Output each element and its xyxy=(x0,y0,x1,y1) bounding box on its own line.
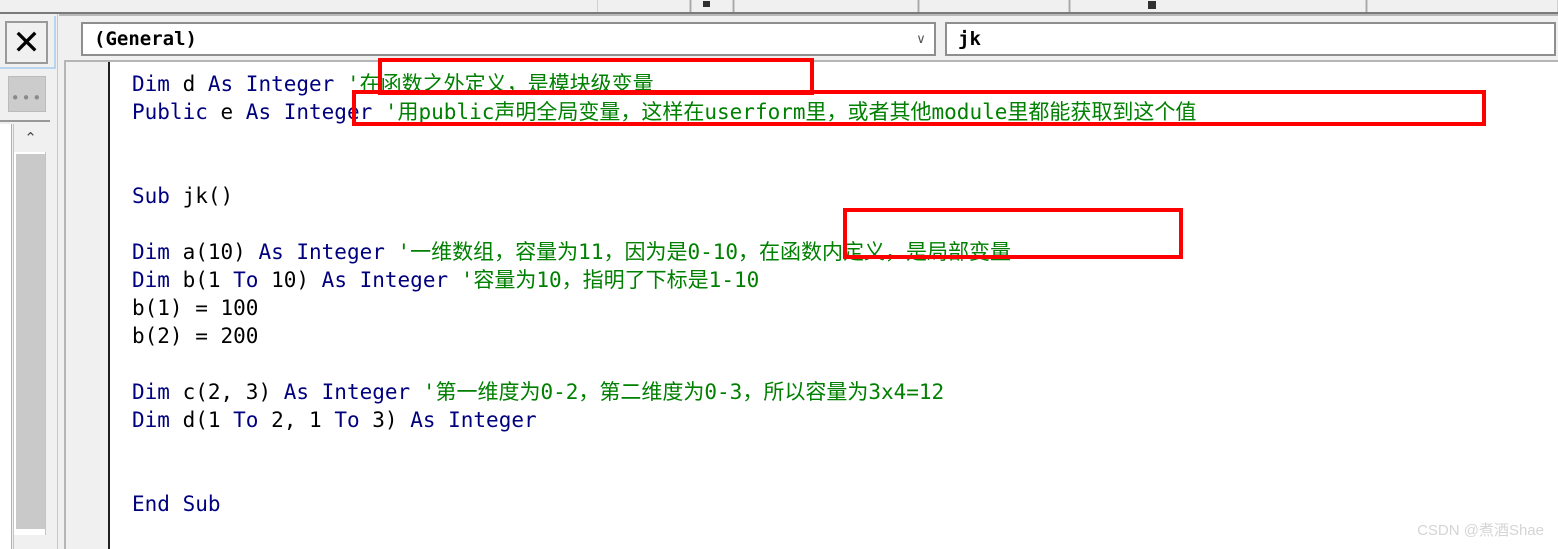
code-token: d xyxy=(169,72,208,96)
toolbar-group-4[interactable] xyxy=(919,0,1069,12)
code-token: As Integer xyxy=(258,240,385,264)
scrollbar-thumb[interactable] xyxy=(16,154,45,529)
code-token: c(2, 3) xyxy=(169,380,284,404)
combo-bar: (General) ∨ jk xyxy=(59,14,1558,58)
code-line[interactable]: Dim c(2, 3) As Integer '第一维度为0-2，第二维度为0-… xyxy=(132,378,944,406)
toolbar-icon-glyph-2 xyxy=(1148,1,1156,9)
code-token: Public xyxy=(132,100,208,124)
code-token: Dim xyxy=(132,72,170,96)
watermark: CSDN @煮酒Shae xyxy=(1417,522,1544,539)
code-line[interactable]: b(2) = 200 xyxy=(132,322,258,350)
code-text-area[interactable]: Dim d As Integer '在函数之外定义，是模块级变量 Public e… xyxy=(112,62,1558,549)
code-line[interactable]: Dim d As Integer '在函数之外定义，是模块级变量 xyxy=(132,70,654,98)
code-token: Dim xyxy=(132,408,170,432)
code-token: Sub xyxy=(132,184,170,208)
toolbar-group-3[interactable] xyxy=(734,0,918,12)
code-token: b(1) = 100 xyxy=(132,296,259,320)
procedure-dropdown-value: jk xyxy=(958,28,981,50)
code-token: b(2) = 200 xyxy=(132,324,259,348)
code-line[interactable]: Sub jk() xyxy=(132,182,233,210)
code-token: Dim xyxy=(132,380,170,404)
code-token: b(1 xyxy=(169,268,234,292)
editor-margin-indicator-bar[interactable] xyxy=(66,62,110,549)
scroll-up-arrow-icon[interactable]: ⌃ xyxy=(14,124,47,152)
ellipsis-icon: ••• xyxy=(10,89,44,107)
code-token: a(10) xyxy=(169,240,259,264)
toolbar-strip xyxy=(0,0,1558,14)
more-options-button[interactable]: ••• xyxy=(8,76,46,112)
vba-code-window: ✕ ••• ⌃ ⌄ (General) ∨ jk Dim d As Intege… xyxy=(0,0,1558,549)
code-token: e xyxy=(207,100,246,124)
toolbar-group-5[interactable] xyxy=(1070,0,1366,12)
close-x-icon: ✕ xyxy=(12,22,41,63)
code-token: As Integer xyxy=(321,268,449,292)
toolbar-group-6[interactable] xyxy=(1367,0,1558,12)
scroll-down-arrow-icon[interactable]: ⌄ xyxy=(14,535,47,549)
left-panel: ✕ ••• ⌃ ⌄ xyxy=(0,14,58,549)
code-token: 3) xyxy=(359,408,411,432)
code-line[interactable]: Dim d(1 To 2, 1 To 3) As Integer xyxy=(132,406,537,434)
object-dropdown[interactable]: (General) ∨ xyxy=(81,22,936,56)
code-token: Dim xyxy=(132,240,170,264)
code-line[interactable]: Dim b(1 To 10) As Integer '容量为10，指明了下标是1… xyxy=(132,266,759,294)
code-token: As Integer xyxy=(410,408,537,432)
left-panel-white-strip xyxy=(0,124,12,549)
code-token: 10) xyxy=(258,268,322,292)
code-token: '第一维度为0-2，第二维度为0-3，所以容量为3x4=12 xyxy=(410,380,945,404)
code-token: '容量为10，指明了下标是1-10 xyxy=(448,268,760,292)
code-token: 2, 1 xyxy=(258,408,335,432)
code-editor[interactable]: Dim d As Integer '在函数之外定义，是模块级变量 Public e… xyxy=(64,60,1558,549)
code-token: As Integer xyxy=(245,100,373,124)
code-token: d(1 xyxy=(169,408,234,432)
code-line[interactable]: Public e As Integer '用public声明全局变量，这样在us… xyxy=(132,98,1196,126)
code-token: '用public声明全局变量，这样在userform里，或者其他module里都… xyxy=(372,100,1197,124)
code-token: As Integer xyxy=(283,380,411,404)
code-token: To xyxy=(233,408,259,432)
code-token: Dim xyxy=(132,268,170,292)
code-line[interactable]: b(1) = 100 xyxy=(132,294,258,322)
code-line[interactable]: Dim a(10) As Integer '一维数组，容量为11，因为是0-10… xyxy=(132,238,1011,266)
chevron-down-icon[interactable]: ∨ xyxy=(908,32,934,47)
toolbar-group-2[interactable] xyxy=(691,0,733,12)
code-token: As Integer xyxy=(207,72,335,96)
code-token: '在函数之外定义，是模块级变量 xyxy=(334,72,654,96)
close-button[interactable]: ✕ xyxy=(5,21,48,64)
code-token: To xyxy=(334,408,360,432)
code-line[interactable]: End Sub xyxy=(132,490,221,518)
toolbar-icon-glyph-1 xyxy=(703,1,710,7)
toolbar-group-1[interactable] xyxy=(597,0,690,12)
code-token: jk() xyxy=(169,184,234,208)
code-pane: (General) ∨ jk Dim d As Integer '在函数之外定义… xyxy=(59,14,1558,549)
code-token: '一维数组，容量为11，因为是0-10，在函数内定义，是局部变量 xyxy=(384,240,1012,264)
code-token: End Sub xyxy=(132,492,221,516)
object-dropdown-value: (General) xyxy=(94,28,197,50)
code-token: To xyxy=(233,268,259,292)
left-panel-scrollbar[interactable]: ⌃ ⌄ xyxy=(13,124,47,549)
left-panel-divider xyxy=(0,120,50,122)
procedure-dropdown[interactable]: jk xyxy=(945,22,1556,56)
